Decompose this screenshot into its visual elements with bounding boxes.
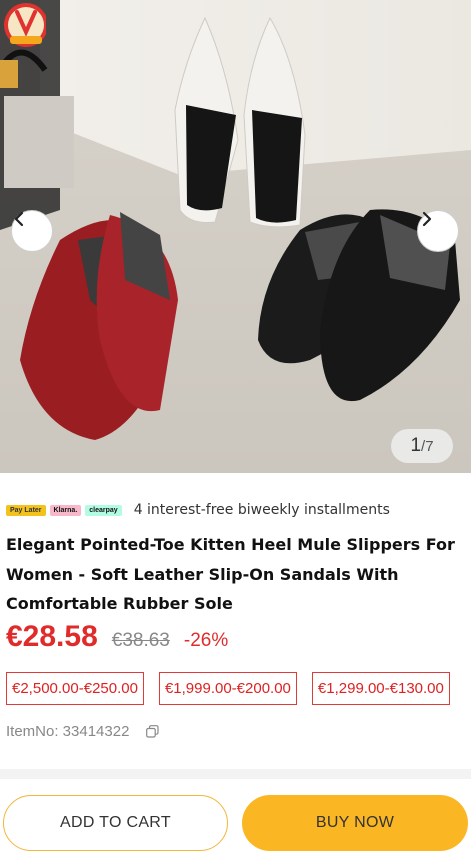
coupon-badge[interactable]: €2,500.00-€250.00 [6,672,144,705]
bottom-action-bar: ADD TO CART BUY NOW [0,779,471,858]
chevron-right-icon [422,211,432,227]
copy-icon[interactable] [146,725,160,738]
coupon-list: €2,500.00-€250.00 €1,999.00-€200.00 €1,2… [6,672,465,705]
price-row: €28.58 €38.63 -26% [6,620,228,660]
coupon-badge[interactable]: €1,299.00-€130.00 [311,672,450,705]
gallery-next-button[interactable] [417,210,459,252]
current-price: €28.58 [6,620,98,653]
add-to-cart-button[interactable]: ADD TO CART [3,795,228,851]
discount-percent: -26% [183,630,229,651]
gallery-current: 1 [410,435,422,456]
item-number: ItemNo: 33414322 [6,723,130,740]
gallery-counter: 1 / 7 [391,429,453,463]
chevron-left-icon [14,211,24,227]
coupon-badge[interactable]: €1,999.00-€200.00 [158,672,297,705]
v-gift-badge-icon[interactable] [0,0,46,50]
gallery-total: 7 [425,437,434,455]
klarna-logo: Klarna. [49,504,82,516]
paylater-logo: Pay Later [6,504,46,516]
buy-now-button[interactable]: BUY NOW [242,795,468,851]
product-image-gallery[interactable]: 1 / 7 [0,0,471,473]
installments-text: 4 interest-free biweekly installments [133,502,390,518]
section-divider [0,769,471,779]
gallery-prev-button[interactable] [11,210,53,252]
original-price: €38.63 [111,630,170,651]
product-title: Elegant Pointed-Toe Kitten Heel Mule Sli… [6,535,455,613]
installments-row[interactable]: Pay Later Klarna. clearpay 4 interest-fr… [6,499,390,521]
product-photo [0,0,471,473]
item-number-row: ItemNo: 33414322 [6,723,160,740]
clearpay-logo: clearpay [85,504,122,516]
